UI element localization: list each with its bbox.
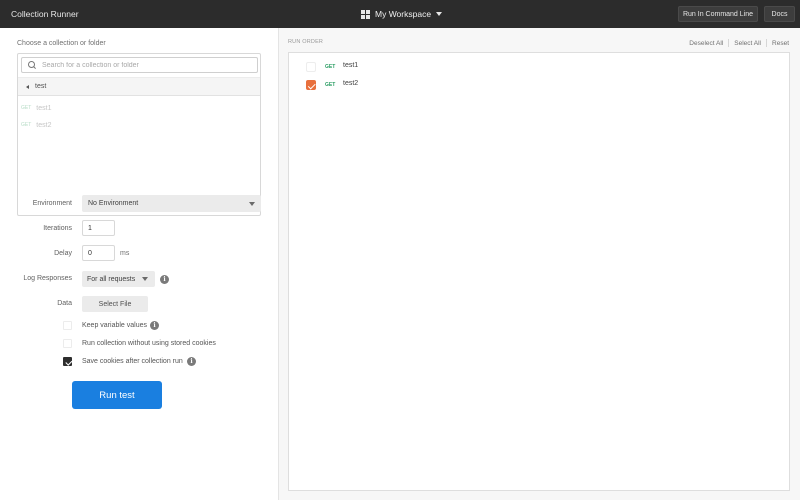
delay-input[interactable] <box>82 245 115 261</box>
info-icon[interactable]: i <box>150 321 159 330</box>
separator <box>766 39 768 47</box>
environment-select[interactable]: No Environment <box>82 195 261 212</box>
collection-browser: test GET test1 GET test2 <box>17 53 261 216</box>
collection-request-test1[interactable]: GET test1 <box>21 102 51 114</box>
app-header: Collection Runner My Workspace Run In Co… <box>0 0 800 28</box>
delay-unit: ms <box>120 250 130 257</box>
run-in-command-line-button[interactable]: Run In Command Line <box>678 6 758 22</box>
run-item-name: test2 <box>343 80 359 87</box>
back-caret-icon[interactable] <box>26 84 29 89</box>
no-stored-cookies-checkbox[interactable] <box>63 339 72 348</box>
select-file-button[interactable]: Select File <box>82 296 148 312</box>
iterations-input[interactable] <box>82 220 115 236</box>
log-responses-select[interactable]: For all requests <box>82 271 155 287</box>
delay-label: Delay <box>54 250 72 257</box>
run-item-checkbox[interactable] <box>306 62 316 72</box>
method-badge: GET <box>21 105 32 111</box>
run-order-panel: RUN ORDER Deselect All Select All Reset … <box>279 28 800 500</box>
log-responses-label: Log Responses <box>23 275 72 282</box>
workspace-switcher[interactable]: My Workspace <box>361 8 443 20</box>
log-responses-value: For all requests <box>87 275 136 283</box>
chevron-down-icon <box>142 277 148 281</box>
folder-name: test <box>35 83 47 90</box>
workspace-name: My Workspace <box>375 9 432 19</box>
chevron-down-icon <box>436 12 443 16</box>
run-item-name: test1 <box>343 62 359 69</box>
keep-variable-values-label: Keep variable values <box>82 322 147 329</box>
keep-variable-values-checkbox[interactable] <box>63 321 72 330</box>
separator <box>728 39 730 47</box>
choose-collection-label: Choose a collection or folder <box>17 40 106 47</box>
folder-row-test[interactable]: test <box>18 77 260 96</box>
method-badge: GET <box>325 64 336 70</box>
method-badge: GET <box>21 122 32 128</box>
workspace-grid-icon <box>361 9 370 19</box>
run-button[interactable]: Run test <box>72 381 162 409</box>
info-icon[interactable]: i <box>187 357 196 366</box>
collection-request-test2[interactable]: GET test2 <box>21 119 51 131</box>
search-box[interactable] <box>21 57 258 73</box>
save-cookies-checkbox[interactable] <box>63 357 72 366</box>
request-name: test2 <box>36 121 52 129</box>
data-label: Data <box>57 300 72 307</box>
search-input[interactable] <box>42 61 252 69</box>
save-cookies-label: Save cookies after collection run <box>82 358 183 365</box>
run-item-checkbox[interactable] <box>306 80 316 90</box>
search-icon <box>28 61 36 69</box>
method-badge: GET <box>325 82 336 88</box>
docs-button[interactable]: Docs <box>764 6 795 22</box>
run-order-actions: Deselect All Select All Reset <box>689 39 789 47</box>
app-title: Collection Runner <box>11 9 79 19</box>
request-name: test1 <box>36 104 52 112</box>
reset-link[interactable]: Reset <box>772 40 789 47</box>
select-all-link[interactable]: Select All <box>734 40 761 47</box>
run-order-list: GET test1 GET test2 <box>288 52 790 491</box>
deselect-all-link[interactable]: Deselect All <box>689 40 723 47</box>
iterations-label: Iterations <box>43 225 72 232</box>
no-stored-cookies-label: Run collection without using stored cook… <box>82 340 216 347</box>
info-icon[interactable]: i <box>160 275 169 284</box>
run-order-label: RUN ORDER <box>288 39 324 45</box>
environment-value: No Environment <box>88 200 139 207</box>
runner-config-panel: Choose a collection or folder test GET t… <box>0 28 279 500</box>
chevron-down-icon <box>249 202 255 206</box>
environment-label: Environment <box>32 200 72 207</box>
